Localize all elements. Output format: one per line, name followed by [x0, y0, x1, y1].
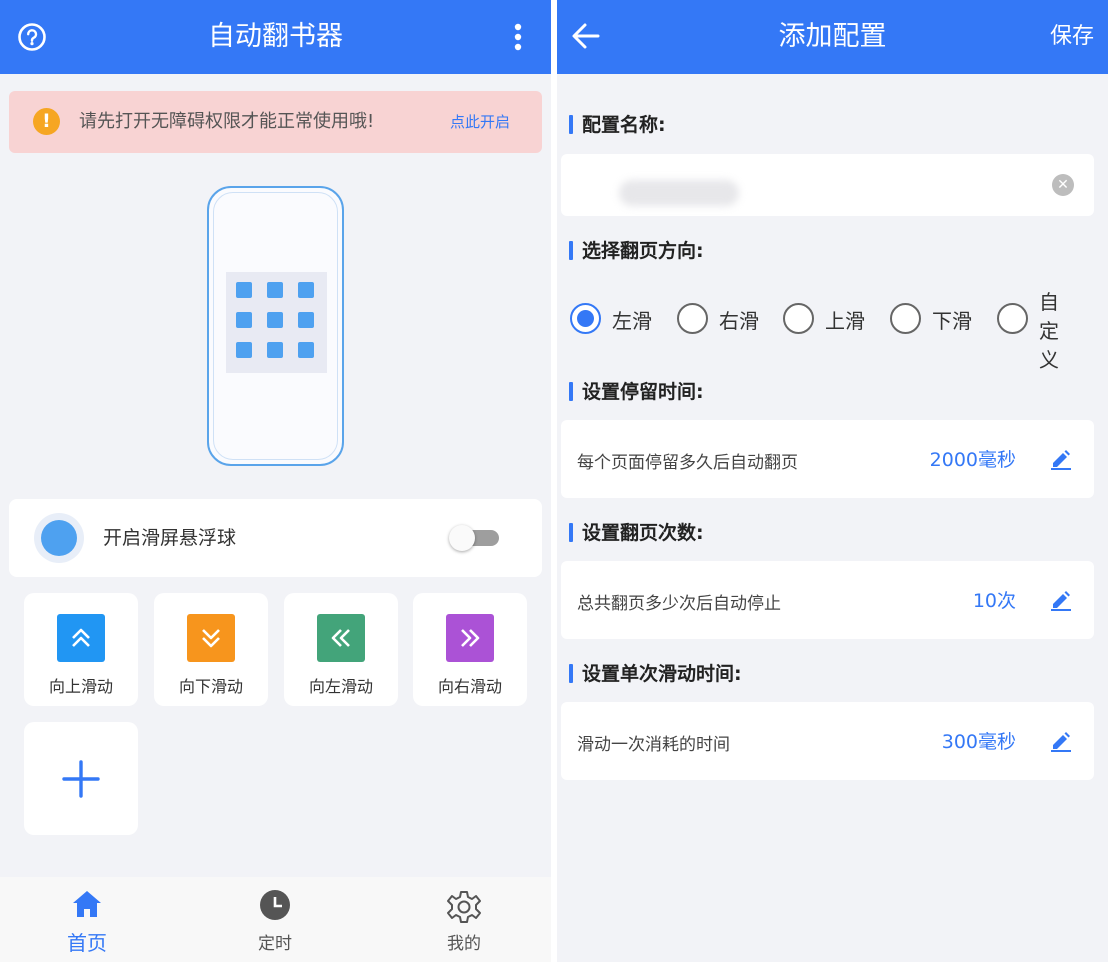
- swipe-up-button[interactable]: 向上滑动: [24, 593, 138, 706]
- count-value: 10次: [972, 590, 1016, 612]
- clock-icon: [259, 889, 291, 925]
- count-description: 总共翻页多少次后自动停止: [577, 594, 781, 614]
- swipe-duration-row[interactable]: 滑动一次消耗的时间 300毫秒: [561, 702, 1094, 780]
- home-icon: [71, 889, 103, 923]
- direction-heading: 选择翻页方向:: [569, 236, 704, 263]
- double-chevron-up-icon: [57, 614, 105, 662]
- swipe-up-label: 向上滑动: [48, 677, 113, 696]
- count-setting-row[interactable]: 总共翻页多少次后自动停止 10次: [561, 561, 1094, 639]
- home-app-bar: 自动翻书器: [0, 0, 551, 74]
- float-ball-toggle[interactable]: [449, 525, 501, 551]
- pencil-icon[interactable]: [1050, 589, 1072, 611]
- swipe-duration-heading: 设置单次滑动时间:: [569, 659, 742, 686]
- app-grid-icon: [226, 272, 327, 373]
- swipe-duration-value: 300毫秒: [941, 731, 1016, 753]
- nav-label-home: 首页: [67, 931, 107, 955]
- gear-icon: [446, 889, 482, 929]
- redacted-name-value: [619, 180, 739, 206]
- count-heading: 设置翻页次数:: [569, 518, 704, 545]
- nav-label-mine: 我的: [447, 934, 481, 954]
- add-config-screen: 添加配置 保存 配置名称: ✕ 选择翻页方向: 左滑 右滑 上滑 下滑 自定义 …: [557, 0, 1108, 962]
- swipe-down-label: 向下滑动: [178, 677, 243, 696]
- more-vertical-icon[interactable]: [506, 20, 530, 54]
- pencil-icon[interactable]: [1050, 448, 1072, 470]
- swipe-duration-description: 滑动一次消耗的时间: [577, 735, 730, 755]
- accessibility-notice: ! 请先打开无障碍权限才能正常使用哦! 点此开启: [9, 91, 542, 153]
- dwell-value: 2000毫秒: [929, 449, 1016, 471]
- radio-swipe-right[interactable]: 右滑: [677, 297, 767, 347]
- double-chevron-down-icon: [187, 614, 235, 662]
- float-ball-label: 开启滑屏悬浮球: [103, 527, 237, 549]
- nav-item-home[interactable]: 首页: [17, 877, 157, 962]
- notice-message: 请先打开无障碍权限才能正常使用哦!: [79, 111, 375, 132]
- double-chevron-left-icon: [317, 614, 365, 662]
- radio-circle: [677, 303, 708, 334]
- add-action-button[interactable]: [24, 722, 138, 835]
- float-ball-icon: [34, 513, 84, 563]
- plus-icon: [62, 759, 100, 798]
- radio-swipe-up[interactable]: 上滑: [783, 297, 873, 347]
- enable-accessibility-link[interactable]: 点此开启: [450, 91, 510, 153]
- swipe-right-label: 向右滑动: [437, 677, 502, 696]
- radio-label: 上滑: [825, 309, 865, 333]
- radio-circle: [570, 303, 601, 334]
- radio-label: 自定义: [1039, 290, 1059, 372]
- warning-icon: !: [33, 108, 60, 135]
- config-app-bar: 添加配置 保存: [557, 0, 1108, 74]
- save-button[interactable]: 保存: [1050, 0, 1094, 74]
- radio-circle: [783, 303, 814, 334]
- dwell-heading: 设置停留时间:: [569, 377, 704, 404]
- radio-circle: [890, 303, 921, 334]
- float-ball-card: 开启滑屏悬浮球: [9, 499, 542, 577]
- page-title: 自动翻书器: [208, 21, 343, 52]
- swipe-left-label: 向左滑动: [308, 677, 373, 696]
- dwell-description: 每个页面停留多久后自动翻页: [577, 453, 798, 473]
- nav-label-timer: 定时: [258, 934, 292, 954]
- radio-swipe-left[interactable]: 左滑: [570, 297, 660, 347]
- radio-label: 左滑: [612, 309, 652, 333]
- swipe-left-button[interactable]: 向左滑动: [284, 593, 398, 706]
- config-name-field[interactable]: ✕: [561, 154, 1094, 216]
- double-chevron-right-icon: [446, 614, 494, 662]
- swipe-down-button[interactable]: 向下滑动: [154, 593, 268, 706]
- clear-input-icon[interactable]: ✕: [1052, 174, 1074, 196]
- home-screen: 自动翻书器 ! 请先打开无障碍权限才能正常使用哦! 点此开启 开启滑屏悬浮球 向…: [0, 0, 551, 962]
- nav-item-mine[interactable]: 我的: [394, 877, 534, 962]
- page-title: 添加配置: [778, 21, 887, 52]
- bottom-navigation: 首页 定时 我的: [0, 877, 551, 962]
- phone-illustration: [207, 186, 344, 466]
- radio-circle: [997, 303, 1028, 334]
- swipe-right-button[interactable]: 向右滑动: [413, 593, 527, 706]
- radio-swipe-down[interactable]: 下滑: [890, 297, 980, 347]
- config-name-heading: 配置名称:: [569, 110, 666, 137]
- pencil-icon[interactable]: [1050, 730, 1072, 752]
- radio-custom[interactable]: 自定义: [997, 290, 1087, 372]
- nav-item-timer[interactable]: 定时: [205, 877, 345, 962]
- dwell-setting-row[interactable]: 每个页面停留多久后自动翻页 2000毫秒: [561, 420, 1094, 498]
- radio-label: 右滑: [719, 309, 759, 333]
- radio-label: 下滑: [932, 309, 972, 333]
